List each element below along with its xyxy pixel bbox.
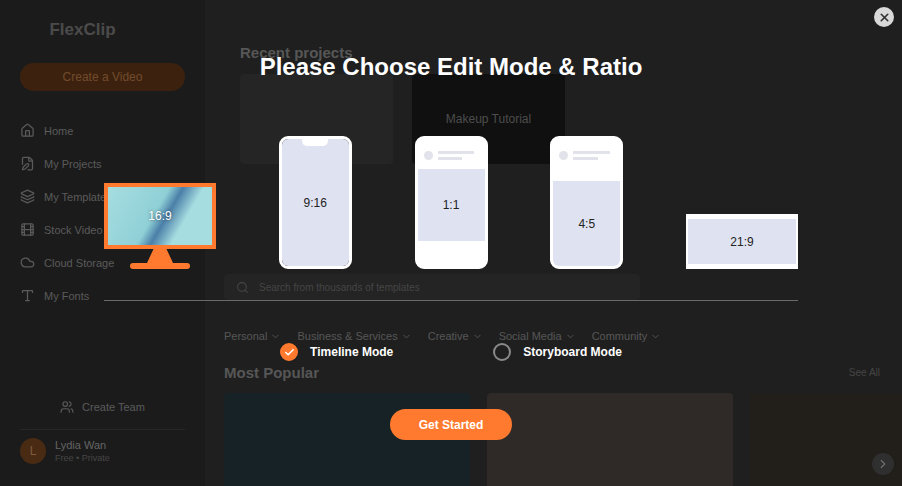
mode-label: Timeline Mode (310, 345, 393, 359)
mode-label: Storyboard Mode (523, 345, 622, 359)
ratio-option[interactable]: 4:5 (550, 136, 623, 269)
wide-frame: 21:9 (686, 214, 798, 269)
radio-circle (280, 343, 298, 361)
modal-title: Please Choose Edit Mode & Ratio (260, 52, 643, 82)
header-lines (573, 151, 614, 160)
header-line (573, 157, 598, 160)
phone-frame: 9:16 (279, 136, 352, 269)
header-lines (438, 151, 479, 160)
close-icon (878, 11, 891, 24)
ratio-modal: Please Choose Edit Mode & Ratio16:99:161… (0, 0, 902, 486)
mode-row: Timeline Mode Storyboard Mode (280, 343, 622, 361)
monitor-neck (147, 249, 173, 263)
monitor-photo: 16:9 (108, 187, 212, 245)
check-icon (284, 347, 295, 358)
ratio-option[interactable]: 1:1 (415, 136, 488, 269)
mode-radio[interactable]: Storyboard Mode (493, 343, 622, 361)
phone-frame: 1:1 (415, 136, 488, 269)
phone-body: 4:5 (553, 181, 620, 266)
ratio-label: 9:16 (304, 196, 327, 210)
phone-notch (574, 139, 600, 146)
header-line (573, 151, 610, 154)
ratio-option[interactable]: 9:16 (279, 136, 352, 269)
ratio-label: 1:1 (443, 198, 460, 212)
phone-body: 1:1 (418, 169, 485, 241)
divider (104, 300, 798, 301)
ratio-label: 16:9 (148, 209, 171, 223)
ratio-option[interactable]: 21:9 (686, 214, 798, 269)
close-button[interactable] (874, 7, 894, 27)
ratio-label: 21:9 (730, 235, 753, 249)
header-line (438, 151, 475, 154)
phone-body: 9:16 (282, 139, 349, 266)
wide-body: 21:9 (688, 219, 796, 264)
ratio-option[interactable]: 16:9 (104, 183, 216, 269)
phone-notch (302, 139, 328, 146)
header-dot (424, 151, 433, 160)
header-dot (559, 151, 568, 160)
mode-radio[interactable]: Timeline Mode (280, 343, 393, 361)
ratio-label: 4:5 (578, 217, 595, 231)
monitor-frame: 16:9 (104, 183, 216, 249)
phone-frame: 4:5 (550, 136, 623, 269)
phone-notch (438, 139, 464, 146)
app-screen: FlexClipCreate a VideoHomeMy ProjectsMy … (0, 0, 902, 486)
ratio-row: 16:9 9:16 1:1 4:5 21:9 (104, 136, 798, 269)
get-started-button[interactable]: Get Started (390, 409, 512, 440)
phone-footer (418, 241, 485, 266)
radio-circle (493, 343, 511, 361)
header-line (438, 157, 463, 160)
monitor-base (130, 263, 190, 269)
